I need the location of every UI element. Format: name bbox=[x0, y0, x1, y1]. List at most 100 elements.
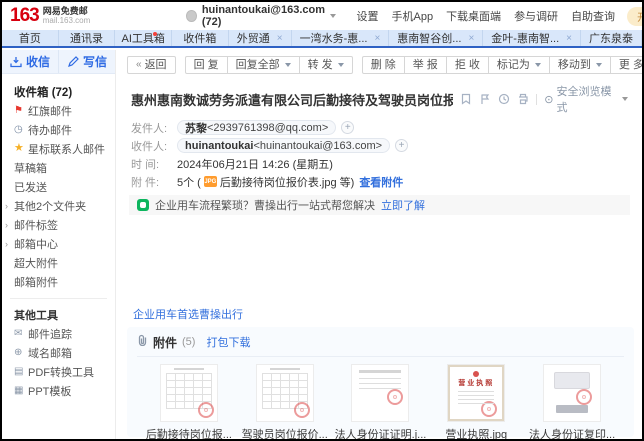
tab-home[interactable]: 首页 bbox=[2, 30, 59, 46]
nav-settings[interactable]: 设置 bbox=[356, 8, 378, 24]
red-stamp bbox=[387, 389, 403, 405]
red-stamp bbox=[198, 402, 214, 418]
close-icon[interactable]: × bbox=[468, 33, 474, 44]
chevron-down-icon bbox=[622, 97, 628, 101]
back-button[interactable]: «返回 bbox=[127, 56, 176, 74]
attachments-summary-row: 附 件: 5个 ( JPG 后勤接待岗位报价表.jpg 等) 查看附件 bbox=[131, 174, 628, 189]
nav-desktop-download[interactable]: 下载桌面端 bbox=[446, 8, 501, 24]
forward-button[interactable]: 转 发 bbox=[300, 56, 353, 74]
mark-as-button[interactable]: 标记为 bbox=[489, 56, 550, 74]
tab-inbox[interactable]: 收件箱 bbox=[172, 30, 229, 46]
move-to-button[interactable]: 移动到 bbox=[550, 56, 611, 74]
header-nav: 设置 手机App 下载桌面端 参与调研 自助查询 bbox=[356, 8, 615, 24]
view-attachments-link[interactable]: 查看附件 bbox=[359, 174, 403, 190]
paperclip-icon bbox=[137, 333, 148, 351]
reject-button[interactable]: 拒 收 bbox=[447, 56, 489, 74]
close-icon[interactable]: × bbox=[566, 33, 572, 44]
chevron-right-icon: › bbox=[5, 201, 14, 211]
sidebar-item-starred-contacts[interactable]: ★星标联系人邮件 bbox=[2, 139, 115, 158]
sidebar-item-inbox[interactable]: 收件箱 (72) bbox=[2, 82, 115, 101]
folder-list: 收件箱 (72) ⚑红旗邮件 ◷待办邮件 ★星标联系人邮件 草稿箱 已发送 ›其… bbox=[2, 74, 115, 291]
sidebar-item-sent[interactable]: 已发送 bbox=[2, 177, 115, 196]
sidebar-item-pdf-tools[interactable]: ▤PDF转换工具 bbox=[2, 362, 115, 381]
avatar bbox=[186, 10, 197, 22]
chevron-right-icon: › bbox=[5, 239, 14, 249]
attachments-panel: 附件 (5) 打包下载 后勤接待岗位报... 115.23K 驾驶员岗位报价..… bbox=[127, 327, 634, 437]
attachment-card[interactable]: 驾驶员岗位报价... 113.43K bbox=[237, 365, 333, 441]
tab-bar: 首页 通讯录 AI工具箱 收件箱 外贸通× 一湾水务-惠...× 惠南智谷创..… bbox=[2, 30, 642, 48]
attachment-card[interactable]: 法人身份证证明.j... 84.78K bbox=[333, 365, 429, 441]
attachment-card[interactable]: 法人身份证复印... 131.2K bbox=[524, 365, 620, 441]
from-contact-chip[interactable]: 苏黎<2939761398@qq.com> bbox=[177, 120, 336, 135]
delete-button[interactable]: 删 除 bbox=[362, 56, 405, 74]
sidebar-item-other-folders[interactable]: ›其他2个文件夹 bbox=[2, 196, 115, 215]
sidebar-item-ppt-templates[interactable]: ▦PPT模板 bbox=[2, 381, 115, 400]
sidebar-item-drafts[interactable]: 草稿箱 bbox=[2, 158, 115, 177]
sidebar-item-mail-center[interactable]: ›邮箱中心 bbox=[2, 234, 115, 253]
mail-app-window: 163 网易免费邮 mail.163.com huinantoukai@163.… bbox=[0, 0, 644, 441]
banner-learn-more-link[interactable]: 立即了解 bbox=[381, 197, 425, 213]
emblem-icon bbox=[473, 371, 479, 377]
reply-all-button[interactable]: 回复全部 bbox=[228, 56, 300, 74]
sidebar-item-mail-tracking[interactable]: ✉邮件追踪 bbox=[2, 324, 115, 343]
close-icon[interactable]: × bbox=[277, 33, 283, 44]
sidebar-item-large-attachments[interactable]: 超大附件 bbox=[2, 253, 115, 272]
reply-button[interactable]: 回 复 bbox=[185, 56, 228, 74]
mail-detail-pane: «返回 回 复 回复全部 转 发 删 除 举 报 拒 收 标记为 移动到 更 多… bbox=[117, 50, 642, 439]
tab-ai-toolbox[interactable]: AI工具箱 bbox=[115, 30, 172, 46]
attachment-cards: 后勤接待岗位报... 115.23K 驾驶员岗位报价... 113.43K 法人… bbox=[137, 357, 624, 441]
time-value: 2024年06月21日 14:26 (星期五) bbox=[177, 156, 333, 172]
sidebar-item-domain-mail[interactable]: ⊕域名邮箱 bbox=[2, 343, 115, 362]
body-image-link[interactable]: 企业用车首选曹操出行 bbox=[133, 306, 243, 322]
attachment-thumbnail bbox=[544, 365, 600, 421]
sidebar-item-todo[interactable]: ◷待办邮件 bbox=[2, 120, 115, 139]
nav-survey[interactable]: 参与调研 bbox=[514, 8, 558, 24]
envelope-icon: ✉ bbox=[14, 329, 28, 339]
download-all-link[interactable]: 打包下载 bbox=[206, 334, 250, 350]
clock-outline-icon[interactable] bbox=[498, 93, 510, 105]
attachment-thumbnail bbox=[161, 365, 217, 421]
tab-mail-2[interactable]: 惠南智谷创...× bbox=[389, 30, 483, 46]
add-contact-button[interactable]: + bbox=[341, 121, 354, 134]
sidebar-item-mail-tags[interactable]: ›邮件标签 bbox=[2, 215, 115, 234]
attachments-label: 附 件: bbox=[131, 174, 177, 190]
receive-mail-button[interactable]: 收信 bbox=[2, 50, 58, 73]
attachments-count: (5) bbox=[182, 336, 195, 348]
nav-self-service[interactable]: 自助查询 bbox=[571, 8, 615, 24]
attachment-card[interactable]: 后勤接待岗位报... 115.23K bbox=[141, 365, 237, 441]
tag-icon[interactable] bbox=[460, 93, 472, 105]
tab-mail-4[interactable]: 广东泉泰 bbox=[581, 30, 642, 46]
safe-browsing-toggle[interactable]: ⊙ 安全浏览模式 bbox=[544, 83, 628, 115]
attachments-title: 附件 bbox=[153, 334, 177, 351]
top-bar: 163 网易免费邮 mail.163.com huinantoukai@163.… bbox=[2, 2, 642, 30]
sidebar-item-flagged[interactable]: ⚑红旗邮件 bbox=[2, 101, 115, 120]
subject-row: 惠州惠南数诚劳务派遣有限公司后勤接待及驾驶员岗位报价表 ⊙ 安全浏览模式 bbox=[117, 76, 642, 118]
sidebar-item-mail-attachments[interactable]: 邮箱附件 bbox=[2, 272, 115, 291]
account-dropdown[interactable]: huinantoukai@163.com (72) bbox=[186, 4, 336, 28]
tab-foreign-trade[interactable]: 外贸通× bbox=[229, 30, 292, 46]
attachment-card[interactable]: 营业执照 营业执照.jpg 182.06K bbox=[428, 365, 524, 441]
flag-outline-icon[interactable] bbox=[479, 93, 491, 105]
red-stamp bbox=[576, 389, 592, 405]
nav-mobile-app[interactable]: 手机App bbox=[391, 8, 433, 24]
add-contact-button[interactable]: + bbox=[395, 139, 408, 152]
more-button[interactable]: 更 多 bbox=[611, 56, 644, 74]
close-icon[interactable]: × bbox=[374, 33, 380, 44]
tab-mail-1[interactable]: 一湾水务-惠...× bbox=[292, 30, 390, 46]
report-button[interactable]: 举 报 bbox=[405, 56, 447, 74]
ad-banner[interactable]: 企业用车流程繁琐？曹操出行一站式帮您解决 立即了解 bbox=[129, 195, 630, 215]
to-contact-chip[interactable]: huinantoukai<huinantoukai@163.com> bbox=[177, 138, 390, 153]
mail-subject: 惠州惠南数诚劳务派遣有限公司后勤接待及驾驶员岗位报价表 bbox=[131, 90, 453, 109]
account-email: huinantoukai@163.com (72) bbox=[202, 4, 327, 28]
chevron-down-icon bbox=[535, 63, 541, 67]
mail-toolbar: «返回 回 复 回复全部 转 发 删 除 举 报 拒 收 标记为 移动到 更 多 bbox=[117, 50, 642, 76]
tab-contacts[interactable]: 通讯录 bbox=[59, 30, 116, 46]
printer-icon[interactable] bbox=[517, 93, 529, 105]
clock-icon: ◷ bbox=[14, 125, 28, 135]
tools-list: ✉邮件追踪 ⊕域名邮箱 ▤PDF转换工具 ▦PPT模板 bbox=[2, 324, 115, 400]
163-logo[interactable]: 163 网易免费邮 mail.163.com bbox=[10, 5, 90, 27]
inbox-icon bbox=[10, 56, 22, 68]
member-upgrade-button[interactable]: 开通邮箱会员 618 bbox=[627, 7, 644, 26]
compose-mail-button[interactable]: 写信 bbox=[58, 50, 115, 73]
tab-mail-3[interactable]: 金叶-惠南智...× bbox=[483, 30, 581, 46]
